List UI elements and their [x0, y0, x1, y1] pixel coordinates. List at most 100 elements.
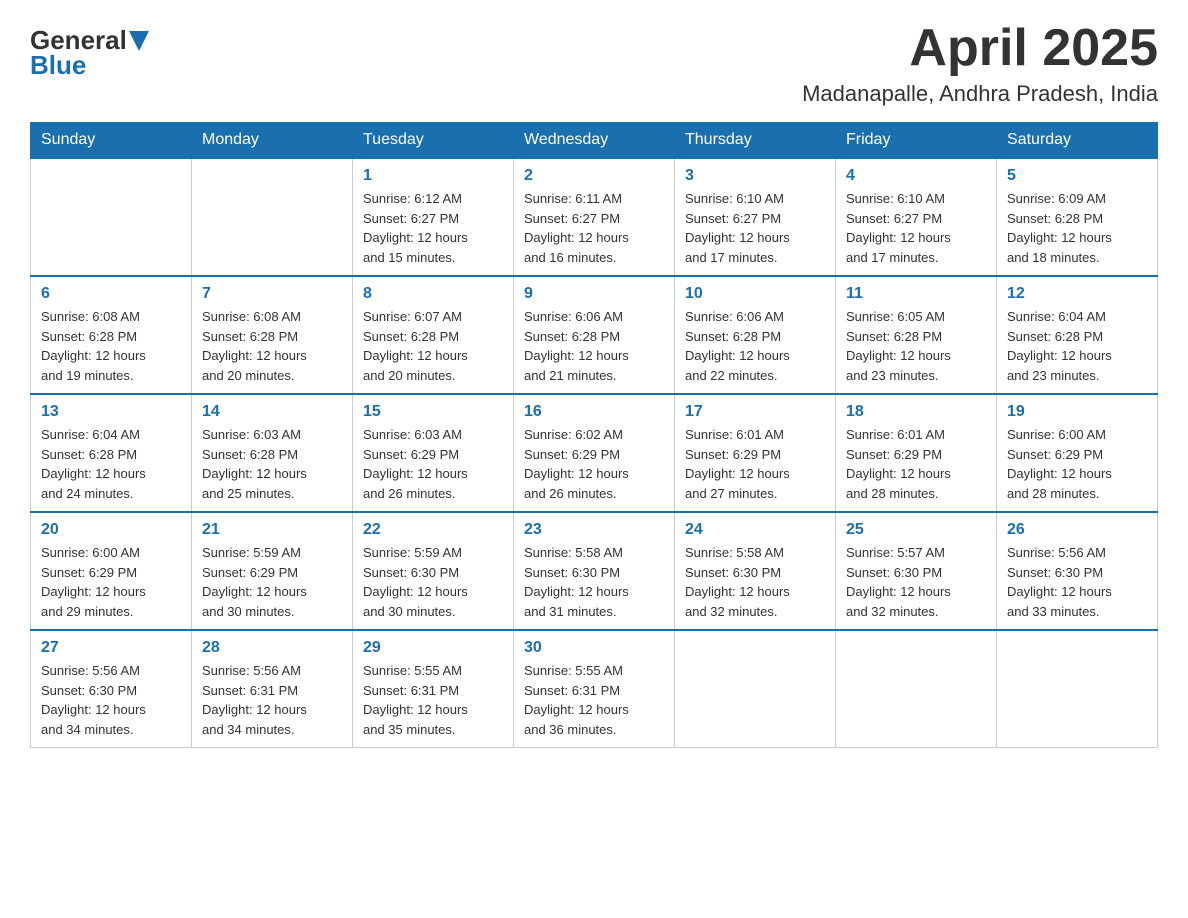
- day-cell: 28 Sunrise: 5:56 AMSunset: 6:31 PMDayligh…: [192, 630, 353, 748]
- day-number: 29: [363, 639, 503, 657]
- day-number: 26: [1007, 521, 1147, 539]
- col-saturday: Saturday: [997, 123, 1158, 159]
- day-number: 6: [41, 285, 181, 303]
- day-cell: [836, 630, 997, 748]
- day-cell: 18 Sunrise: 6:01 AMSunset: 6:29 PMDayligh…: [836, 394, 997, 512]
- week-row-2: 6 Sunrise: 6:08 AMSunset: 6:28 PMDaylight…: [31, 276, 1158, 394]
- day-cell: [997, 630, 1158, 748]
- day-cell: 19 Sunrise: 6:00 AMSunset: 6:29 PMDayligh…: [997, 394, 1158, 512]
- day-number: 18: [846, 403, 986, 421]
- day-info: Sunrise: 6:12 AMSunset: 6:27 PMDaylight:…: [363, 189, 503, 267]
- day-cell: 16 Sunrise: 6:02 AMSunset: 6:29 PMDayligh…: [514, 394, 675, 512]
- day-info: Sunrise: 6:00 AMSunset: 6:29 PMDaylight:…: [1007, 425, 1147, 503]
- day-number: 2: [524, 167, 664, 185]
- day-cell: 23 Sunrise: 5:58 AMSunset: 6:30 PMDayligh…: [514, 512, 675, 630]
- day-number: 12: [1007, 285, 1147, 303]
- day-cell: 5 Sunrise: 6:09 AMSunset: 6:28 PMDaylight…: [997, 158, 1158, 276]
- day-number: 3: [685, 167, 825, 185]
- day-number: 16: [524, 403, 664, 421]
- day-cell: 14 Sunrise: 6:03 AMSunset: 6:28 PMDayligh…: [192, 394, 353, 512]
- day-info: Sunrise: 6:04 AMSunset: 6:28 PMDaylight:…: [1007, 307, 1147, 385]
- day-number: 11: [846, 285, 986, 303]
- day-cell: 9 Sunrise: 6:06 AMSunset: 6:28 PMDaylight…: [514, 276, 675, 394]
- day-cell: 27Sunrise: 5:56 AMSunset: 6:30 PMDayligh…: [31, 630, 192, 748]
- day-info: Sunrise: 6:08 AMSunset: 6:28 PMDaylight:…: [41, 307, 181, 385]
- day-info: Sunrise: 6:11 AMSunset: 6:27 PMDaylight:…: [524, 189, 664, 267]
- day-info: Sunrise: 6:08 AMSunset: 6:28 PMDaylight:…: [202, 307, 342, 385]
- day-cell: 10Sunrise: 6:06 AMSunset: 6:28 PMDayligh…: [675, 276, 836, 394]
- day-info: Sunrise: 6:00 AMSunset: 6:29 PMDaylight:…: [41, 543, 181, 621]
- col-wednesday: Wednesday: [514, 123, 675, 159]
- day-info: Sunrise: 5:58 AMSunset: 6:30 PMDaylight:…: [524, 543, 664, 621]
- day-number: 21: [202, 521, 342, 539]
- day-number: 4: [846, 167, 986, 185]
- day-cell: 17 Sunrise: 6:01 AMSunset: 6:29 PMDayligh…: [675, 394, 836, 512]
- day-number: 20: [41, 521, 181, 539]
- day-number: 10: [685, 285, 825, 303]
- day-number: 13: [41, 403, 181, 421]
- day-cell: 13 Sunrise: 6:04 AMSunset: 6:28 PMDayligh…: [31, 394, 192, 512]
- week-row-5: 27Sunrise: 5:56 AMSunset: 6:30 PMDayligh…: [31, 630, 1158, 748]
- day-info: Sunrise: 5:59 AMSunset: 6:30 PMDaylight:…: [363, 543, 503, 621]
- day-info: Sunrise: 5:59 AMSunset: 6:29 PMDaylight:…: [202, 543, 342, 621]
- day-info: Sunrise: 6:01 AMSunset: 6:29 PMDaylight:…: [846, 425, 986, 503]
- day-info: Sunrise: 5:56 AMSunset: 6:31 PMDaylight:…: [202, 661, 342, 739]
- day-info: Sunrise: 6:04 AMSunset: 6:28 PMDaylight:…: [41, 425, 181, 503]
- col-thursday: Thursday: [675, 123, 836, 159]
- title-section: April 2025 Madanapalle, Andhra Pradesh, …: [802, 20, 1158, 107]
- day-cell: [192, 158, 353, 276]
- col-sunday: Sunday: [31, 123, 192, 159]
- day-info: Sunrise: 5:55 AMSunset: 6:31 PMDaylight:…: [524, 661, 664, 739]
- day-cell: 11 Sunrise: 6:05 AMSunset: 6:28 PMDayligh…: [836, 276, 997, 394]
- day-info: Sunrise: 6:10 AMSunset: 6:27 PMDaylight:…: [685, 189, 825, 267]
- day-number: 25: [846, 521, 986, 539]
- day-number: 14: [202, 403, 342, 421]
- page-header: General Blue April 2025 Madanapalle, And…: [30, 20, 1158, 107]
- day-info: Sunrise: 5:55 AMSunset: 6:31 PMDaylight:…: [363, 661, 503, 739]
- day-cell: 26 Sunrise: 5:56 AMSunset: 6:30 PMDayligh…: [997, 512, 1158, 630]
- week-row-4: 20 Sunrise: 6:00 AMSunset: 6:29 PMDayligh…: [31, 512, 1158, 630]
- col-tuesday: Tuesday: [353, 123, 514, 159]
- day-number: 9: [524, 285, 664, 303]
- day-info: Sunrise: 6:06 AMSunset: 6:28 PMDaylight:…: [524, 307, 664, 385]
- day-info: Sunrise: 6:03 AMSunset: 6:28 PMDaylight:…: [202, 425, 342, 503]
- day-info: Sunrise: 5:57 AMSunset: 6:30 PMDaylight:…: [846, 543, 986, 621]
- day-info: Sunrise: 6:10 AMSunset: 6:27 PMDaylight:…: [846, 189, 986, 267]
- col-monday: Monday: [192, 123, 353, 159]
- month-title: April 2025: [802, 20, 1158, 77]
- week-row-3: 13 Sunrise: 6:04 AMSunset: 6:28 PMDayligh…: [31, 394, 1158, 512]
- day-info: Sunrise: 6:05 AMSunset: 6:28 PMDaylight:…: [846, 307, 986, 385]
- day-info: Sunrise: 5:56 AMSunset: 6:30 PMDaylight:…: [1007, 543, 1147, 621]
- day-cell: 8Sunrise: 6:07 AMSunset: 6:28 PMDaylight…: [353, 276, 514, 394]
- day-number: 30: [524, 639, 664, 657]
- day-cell: 20 Sunrise: 6:00 AMSunset: 6:29 PMDayligh…: [31, 512, 192, 630]
- day-cell: 3 Sunrise: 6:10 AMSunset: 6:27 PMDaylight…: [675, 158, 836, 276]
- day-info: Sunrise: 6:02 AMSunset: 6:29 PMDaylight:…: [524, 425, 664, 503]
- location-title: Madanapalle, Andhra Pradesh, India: [802, 81, 1158, 107]
- day-number: 15: [363, 403, 503, 421]
- day-number: 17: [685, 403, 825, 421]
- day-cell: 6 Sunrise: 6:08 AMSunset: 6:28 PMDaylight…: [31, 276, 192, 394]
- header-row: Sunday Monday Tuesday Wednesday Thursday…: [31, 123, 1158, 159]
- day-cell: 2 Sunrise: 6:11 AMSunset: 6:27 PMDaylight…: [514, 158, 675, 276]
- col-friday: Friday: [836, 123, 997, 159]
- calendar-table: Sunday Monday Tuesday Wednesday Thursday…: [30, 122, 1158, 748]
- day-cell: 4 Sunrise: 6:10 AMSunset: 6:27 PMDaylight…: [836, 158, 997, 276]
- day-number: 28: [202, 639, 342, 657]
- day-cell: 1Sunrise: 6:12 AMSunset: 6:27 PMDaylight…: [353, 158, 514, 276]
- logo: General Blue: [30, 20, 149, 81]
- week-row-1: 1Sunrise: 6:12 AMSunset: 6:27 PMDaylight…: [31, 158, 1158, 276]
- day-cell: 7 Sunrise: 6:08 AMSunset: 6:28 PMDaylight…: [192, 276, 353, 394]
- day-info: Sunrise: 5:56 AMSunset: 6:30 PMDaylight:…: [41, 661, 181, 739]
- day-cell: 25 Sunrise: 5:57 AMSunset: 6:30 PMDayligh…: [836, 512, 997, 630]
- logo-blue-word: Blue: [30, 50, 86, 81]
- day-number: 7: [202, 285, 342, 303]
- day-info: Sunrise: 6:01 AMSunset: 6:29 PMDaylight:…: [685, 425, 825, 503]
- day-number: 19: [1007, 403, 1147, 421]
- day-number: 5: [1007, 167, 1147, 185]
- day-info: Sunrise: 6:09 AMSunset: 6:28 PMDaylight:…: [1007, 189, 1147, 267]
- day-number: 23: [524, 521, 664, 539]
- day-cell: 12 Sunrise: 6:04 AMSunset: 6:28 PMDayligh…: [997, 276, 1158, 394]
- day-cell: 29 Sunrise: 5:55 AMSunset: 6:31 PMDayligh…: [353, 630, 514, 748]
- day-info: Sunrise: 6:07 AMSunset: 6:28 PMDaylight:…: [363, 307, 503, 385]
